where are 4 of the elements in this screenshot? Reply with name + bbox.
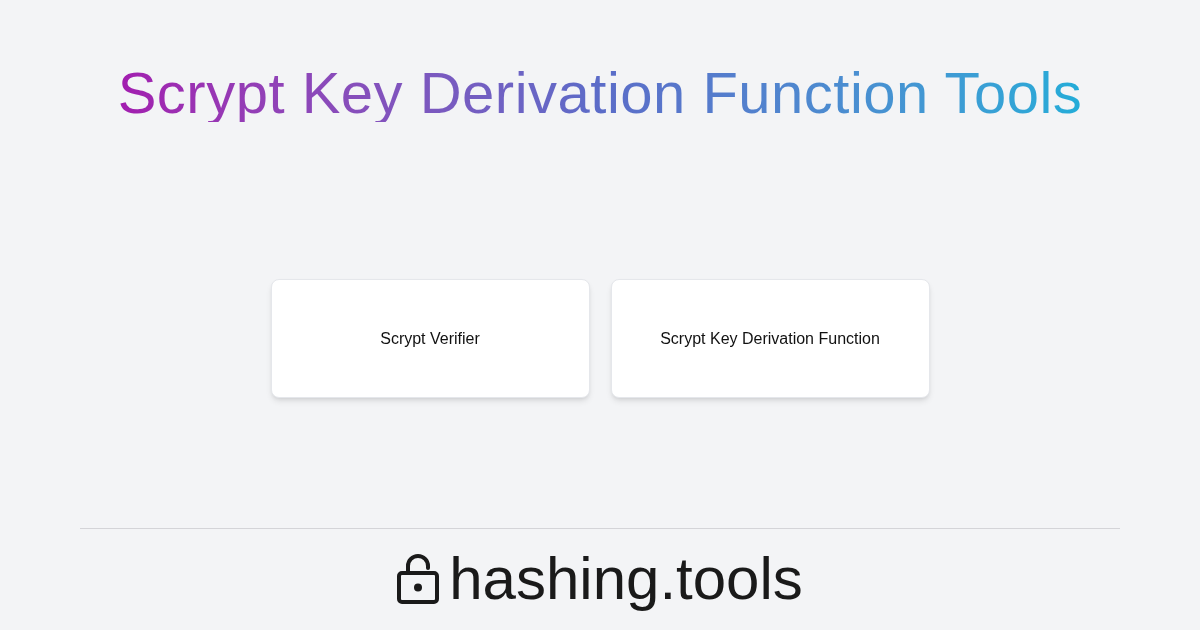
site-name: hashing.tools [449, 549, 803, 609]
tool-card[interactable]: Scrypt Verifier [270, 279, 590, 398]
open-padlock-icon [397, 554, 440, 604]
tool-card[interactable]: Scrypt Key Derivation Function [610, 279, 930, 398]
